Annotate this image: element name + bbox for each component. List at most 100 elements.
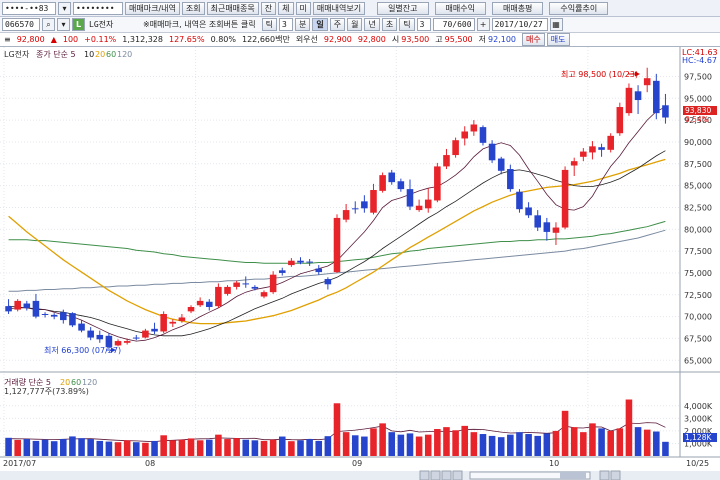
trade-history-view-button[interactable]: 매매내역보기: [312, 1, 366, 15]
candle-body: [14, 300, 21, 310]
volume-bar: [497, 437, 505, 456]
search-icon[interactable]: ⌕: [42, 18, 55, 31]
account-dropdown-icon[interactable]: ▾: [58, 1, 71, 15]
volume-bar: [634, 427, 642, 456]
sell-button[interactable]: 매도: [546, 33, 570, 46]
candle-body: [497, 158, 505, 171]
recent-items-button[interactable]: 최근매매종목: [206, 1, 259, 15]
volume-bar: [397, 434, 405, 456]
inquiry-button[interactable]: 조회: [181, 1, 205, 15]
buy-button[interactable]: 매수: [522, 33, 545, 46]
volume-bar: [142, 442, 149, 456]
volume-bar: [278, 436, 286, 456]
unexecuted-button[interactable]: 미: [295, 1, 311, 15]
candle-body: [397, 181, 405, 190]
volume-bar: [324, 436, 332, 456]
candle-body: [169, 321, 177, 324]
infobar-menu-icon[interactable]: ≡: [4, 35, 11, 44]
volume-bar: [434, 429, 441, 456]
volume-bar: [461, 425, 469, 456]
price-legend-ma: 종가 단순 5: [36, 49, 76, 59]
price-chart[interactable]: 97,50095,00092,50090,00087,50085,00082,5…: [0, 47, 720, 480]
volume-bar: [507, 434, 514, 456]
zoom-out-icon[interactable]: [599, 470, 610, 480]
volume-bar: [60, 439, 67, 456]
price-legend-ma10: 10: [84, 50, 94, 59]
password-field[interactable]: ••••••••: [73, 1, 123, 15]
candle-body: [406, 189, 414, 207]
candle-body: [342, 210, 350, 220]
x-label-sep: 09: [352, 459, 362, 468]
high-annotation: 최고 98,500 (10/23): [561, 69, 638, 79]
dropdown-icon[interactable]: ▾: [57, 18, 70, 31]
period-tab-day[interactable]: 일: [312, 18, 328, 31]
candle-body: [424, 199, 432, 209]
volume-legend-title: 거래량 단순 5: [4, 377, 51, 387]
candle-body: [625, 87, 633, 114]
price-legend-ma120: 120: [117, 50, 132, 59]
nav-last-icon[interactable]: [452, 470, 463, 480]
tick-interval-field[interactable]: 3: [278, 18, 293, 31]
nav-next-icon[interactable]: [441, 470, 452, 480]
calendar-icon[interactable]: ▦: [549, 18, 563, 31]
period-tab-week[interactable]: 주: [329, 18, 346, 31]
volume-bar: [361, 436, 368, 456]
account-number-field[interactable]: ••••-••83: [2, 1, 56, 15]
count-range-field[interactable]: 70/600: [432, 18, 475, 31]
nav-first-icon[interactable]: [419, 470, 430, 480]
volume-bar: [50, 441, 58, 456]
volume-bar: [424, 434, 432, 456]
price-tick-label: 67,500: [684, 334, 712, 343]
volume-bar: [443, 427, 450, 456]
period-tab-year[interactable]: 년: [364, 18, 380, 31]
high-label: 고: [435, 35, 443, 44]
volume-bar: [589, 423, 596, 456]
volume-legend-ma120: 120: [82, 378, 97, 387]
daily-balance-button[interactable]: 일별잔고: [377, 1, 429, 15]
return-trend-button[interactable]: 수익률추이: [549, 1, 609, 15]
volume-bar: [525, 434, 532, 456]
volume-tick-label: 4,000K: [684, 402, 713, 411]
executed-button[interactable]: 체: [278, 1, 294, 15]
balance-button[interactable]: 잔: [260, 1, 277, 15]
x-label-oct: 10: [549, 459, 559, 468]
zoom-in-icon[interactable]: +: [476, 18, 490, 31]
zoom-in-chart-icon[interactable]: [610, 470, 621, 480]
nav-prev-icon[interactable]: [430, 470, 441, 480]
candle-body: [570, 161, 578, 166]
trade-return-button[interactable]: 매매수익: [434, 1, 486, 15]
top-toolbar: ••••-••83 ▾ •••••••• 매매마크/내역 조회 최근매매종목 잔…: [0, 0, 720, 17]
candle-body: [388, 172, 396, 183]
trade-amount-button[interactable]: 매매총평: [491, 1, 544, 15]
candle-body: [251, 286, 259, 289]
candle-body: [589, 146, 596, 153]
count-field[interactable]: 3: [416, 18, 431, 31]
stock-toolbar: 066570 ⌕ ▾ L LG전자 ※매매마크, 내역은 조회버튼 클릭 틱 3…: [0, 17, 720, 33]
volume-bar: [114, 442, 122, 456]
price-tick-label: 85,000: [684, 182, 712, 191]
volume-bar: [160, 435, 167, 456]
hc-label: HC:-4.67: [682, 56, 717, 65]
candle-body: [32, 300, 40, 317]
date-field[interactable]: 2017/10/27: [491, 18, 548, 31]
period-tab-tick[interactable]: 틱: [261, 18, 277, 31]
volume-bar: [242, 439, 250, 456]
period-tab-month[interactable]: 월: [347, 18, 363, 31]
candle-body: [133, 337, 140, 339]
change-arrow-icon: ▲: [50, 35, 57, 44]
candle-body: [60, 312, 67, 321]
candle-body: [452, 140, 459, 156]
period-tab-second[interactable]: 초: [381, 18, 398, 31]
candle-body: [616, 107, 624, 134]
stock-code-field[interactable]: 066570: [2, 18, 40, 31]
volume-bar: [598, 428, 605, 456]
order-history-button[interactable]: 매매마크/내역: [125, 1, 180, 15]
volume-bar: [32, 440, 40, 456]
period-tab-tick-2[interactable]: 틱: [399, 18, 415, 31]
period-tab-minute[interactable]: 분: [294, 18, 311, 31]
price-legend-title: LG전자: [4, 49, 30, 59]
volume-bar: [580, 432, 587, 456]
volume-bar: [370, 428, 377, 456]
volume-bar: [233, 438, 240, 456]
scrollbar-thumb[interactable]: [560, 472, 586, 479]
